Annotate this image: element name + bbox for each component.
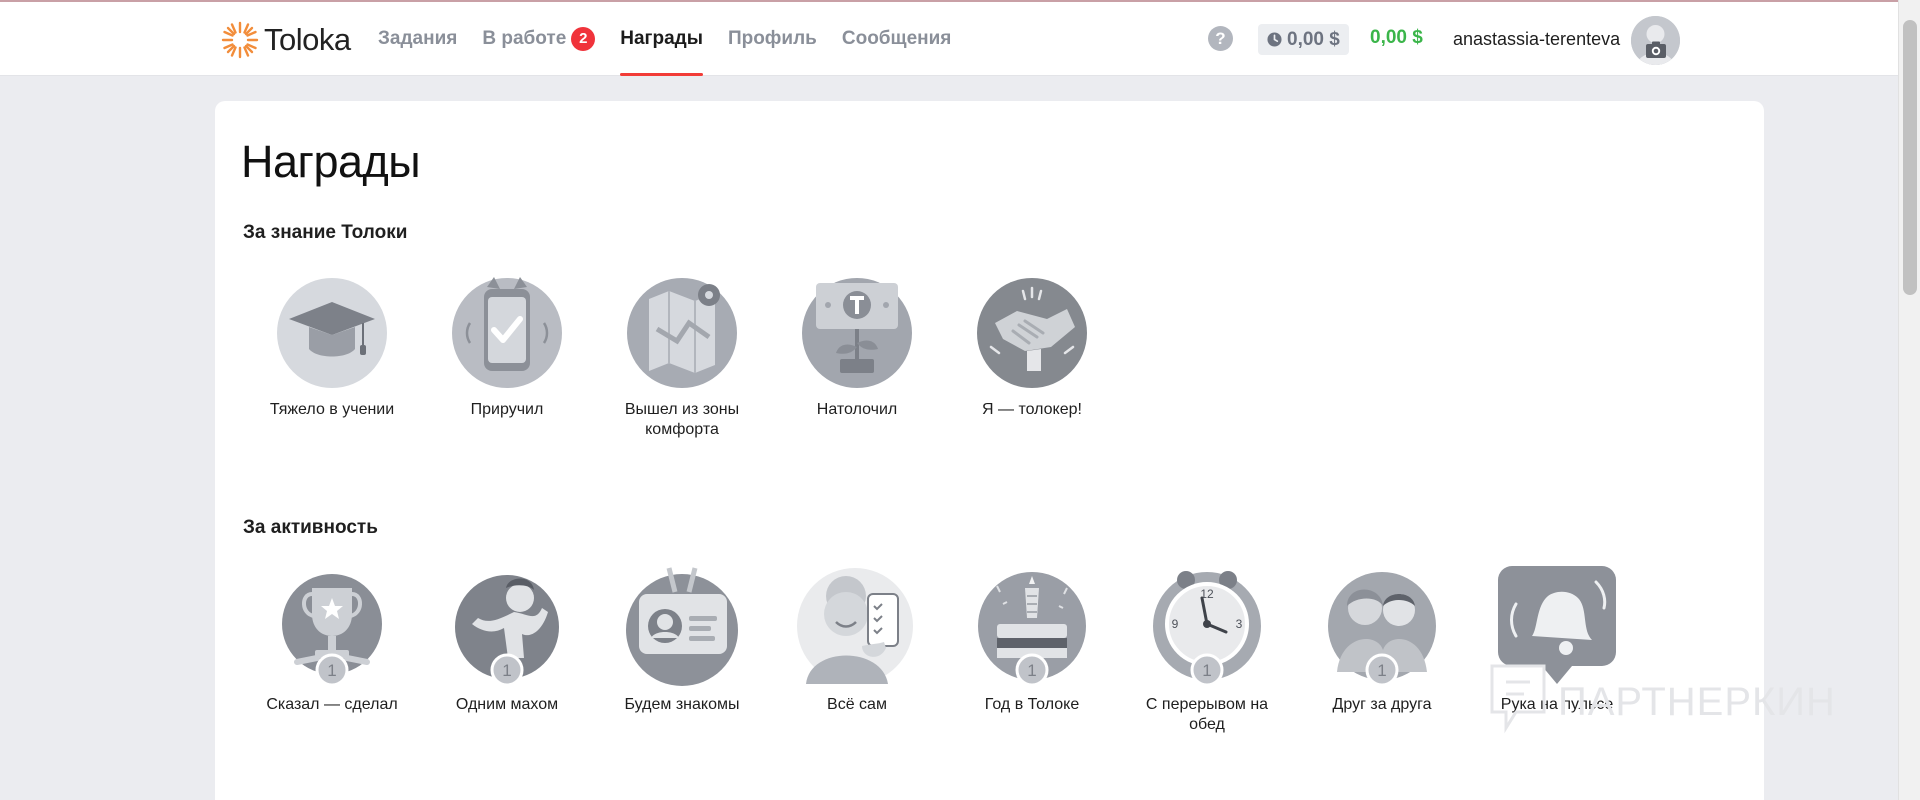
- clock-icon: [1267, 32, 1282, 47]
- pending-balance[interactable]: 0,00 $: [1258, 24, 1349, 55]
- avatar-placeholder-icon: [1631, 16, 1680, 65]
- phone-check-icon: [452, 277, 562, 388]
- award-label: Я — толокер!: [982, 401, 1082, 418]
- level-number: 1: [1202, 661, 1211, 680]
- pending-balance-value: 0,00 $: [1287, 28, 1340, 50]
- avatar[interactable]: [1631, 16, 1680, 65]
- section-title-activity: За активность: [243, 517, 378, 538]
- toloka-logo[interactable]: Toloka: [220, 20, 351, 60]
- nav-item-tasks[interactable]: Задания: [378, 2, 457, 76]
- award-item[interactable]: 1 Одним махом: [432, 562, 582, 715]
- balance-value[interactable]: 0,00 $: [1370, 27, 1423, 49]
- award-item[interactable]: Будем знакомы: [607, 562, 757, 715]
- map-icon: [627, 278, 737, 388]
- alarm-clock-icon: 12 3 9 1: [1153, 571, 1261, 687]
- award-item[interactable]: Вышел из зоны комфорта: [607, 267, 757, 440]
- nav-item-label: Награды: [620, 28, 703, 49]
- page-scrollbar[interactable]: [1898, 0, 1920, 800]
- grandma-phone-icon: [797, 568, 913, 684]
- award-label: Всё сам: [827, 696, 887, 713]
- nav-item-label: Задания: [378, 28, 458, 49]
- award-item[interactable]: 1 Сказал — сделал: [257, 562, 407, 715]
- nav-item-label: В работе: [482, 28, 567, 49]
- award-item[interactable]: Натолочил: [782, 267, 932, 420]
- nav-item-messages[interactable]: Сообщения: [842, 2, 952, 76]
- award-label: С перерывом на обед: [1145, 696, 1269, 733]
- level-number: 1: [502, 661, 511, 680]
- award-item[interactable]: Всё сам: [782, 562, 932, 715]
- award-label: Натолочил: [816, 401, 898, 418]
- logo-text: Toloka: [264, 22, 351, 57]
- top-header: Toloka Задания В работе 2 Награды Профил…: [0, 2, 1898, 76]
- award-item[interactable]: Приручил: [432, 267, 582, 420]
- runner-icon: 1: [455, 575, 559, 687]
- username[interactable]: anastassia-terenteva: [1453, 29, 1620, 50]
- watermark-text: ПАРТНЕРКИН: [1558, 679, 1836, 724]
- level-number: 1: [1377, 661, 1386, 680]
- nav-item-label: Профиль: [727, 28, 817, 49]
- award-label: Одним махом: [455, 696, 559, 713]
- award-label: Сказал — сделал: [266, 696, 398, 713]
- handshake-icon: [977, 278, 1087, 388]
- award-label: Вышел из зоны комфорта: [624, 401, 740, 438]
- award-item[interactable]: 1 Год в Толоке: [957, 562, 1107, 715]
- birthday-cake-icon: 1: [978, 572, 1086, 687]
- award-label: Друг за друга: [1332, 696, 1432, 713]
- help-icon[interactable]: ?: [1208, 26, 1233, 51]
- award-item[interactable]: 12 3 9 1 С перерывом на обед: [1132, 562, 1282, 735]
- nav-item-label: Сообщения: [841, 28, 952, 49]
- level-number: 1: [1027, 661, 1036, 680]
- main-nav: Задания В работе 2 Награды Профиль Сообщ…: [378, 2, 976, 76]
- nav-item-awards[interactable]: Награды: [620, 2, 703, 76]
- award-label: Тяжело в учении: [269, 401, 395, 418]
- money-plant-icon: [802, 278, 912, 388]
- graduation-cap-icon: [277, 278, 387, 388]
- partnerkin-logo-icon: [1490, 664, 1546, 734]
- award-label: Год в Толоке: [984, 696, 1080, 713]
- svg-text:3: 3: [1236, 617, 1243, 631]
- award-label: Будем знакомы: [624, 696, 740, 713]
- nav-item-in-progress[interactable]: В работе 2: [482, 2, 596, 76]
- in-progress-count-badge: 2: [571, 27, 596, 51]
- nav-item-profile[interactable]: Профиль: [728, 2, 817, 76]
- svg-text:9: 9: [1172, 617, 1179, 631]
- award-item[interactable]: Тяжело в учении: [257, 267, 407, 420]
- section-title-knowledge: За знание Толоки: [243, 222, 408, 243]
- award-item[interactable]: Я — толокер!: [957, 267, 1107, 420]
- partnerkin-watermark: ПАРТНЕРКИН: [1488, 662, 1836, 742]
- id-badge-icon: [626, 567, 738, 686]
- trophy-icon: 1: [282, 574, 382, 687]
- level-number: 1: [327, 661, 336, 680]
- toloka-sun-logo-icon: [221, 21, 259, 59]
- friends-icon: 1: [1328, 572, 1436, 687]
- award-item[interactable]: 1 Друг за друга: [1307, 562, 1457, 715]
- scrollbar-thumb[interactable]: [1903, 20, 1917, 295]
- award-label: Приручил: [470, 401, 544, 418]
- page-title: Награды: [241, 136, 421, 187]
